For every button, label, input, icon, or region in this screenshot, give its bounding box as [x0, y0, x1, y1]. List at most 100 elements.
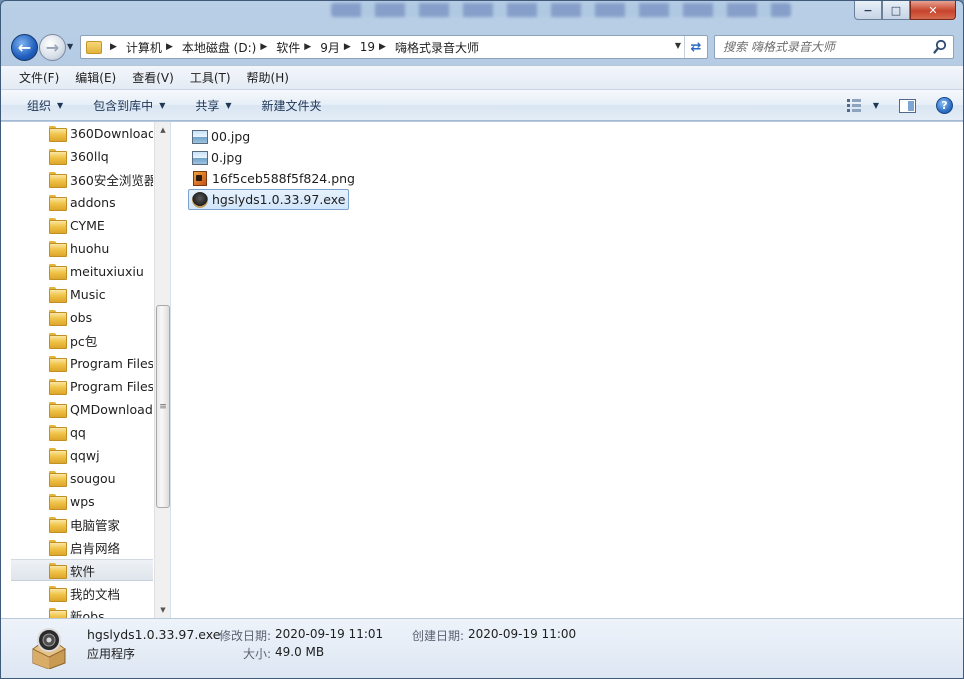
help-icon[interactable]: ?: [936, 97, 953, 114]
breadcrumb-19[interactable]: 19: [360, 40, 375, 54]
breadcrumb-drive-d[interactable]: 本地磁盘 (D:): [182, 39, 256, 56]
tree-item-label: Music: [70, 286, 106, 302]
file-name: 00.jpg: [211, 129, 251, 144]
tree-item-software-selected[interactable]: 软件: [11, 559, 153, 581]
tree-item-360llq[interactable]: 360llq: [11, 145, 153, 167]
tree-item-music[interactable]: Music: [11, 283, 153, 305]
file-item-0-jpg[interactable]: 0.jpg: [188, 147, 246, 168]
file-item-exe-selected[interactable]: hgslyds1.0.33.97.exe: [188, 189, 350, 210]
search-icon[interactable]: [933, 39, 947, 55]
scroll-down-icon[interactable]: ▼: [155, 602, 170, 618]
tree-item-huohu[interactable]: huohu: [11, 237, 153, 259]
menu-edit[interactable]: 编辑(E): [67, 69, 124, 86]
tree-item-program-files-2[interactable]: Program Files: [11, 375, 153, 397]
close-button[interactable]: ✕: [910, 1, 956, 20]
tree-item-label: Program Files: [70, 355, 153, 371]
tree-item-pc-bao[interactable]: pc包: [11, 329, 153, 351]
folder-icon: [49, 126, 67, 142]
tree-item-360downloads[interactable]: 360Downloads: [11, 122, 153, 144]
file-list-pane[interactable]: 00.jpg 0.jpg 16f5ceb588f5f824.png hgslyd…: [172, 122, 963, 618]
command-bar: 组织 ▼ 包含到库中 ▼ 共享 ▼ 新建文件夹 ▼ ?: [1, 89, 963, 121]
chevron-right-icon[interactable]: ▶: [344, 42, 351, 52]
folder-icon: [49, 586, 67, 602]
menu-file[interactable]: 文件(F): [11, 69, 67, 86]
tree-item-new-obs[interactable]: 新obs: [11, 604, 153, 618]
tree-item-label: 软件: [70, 563, 96, 579]
scroll-up-icon[interactable]: ▲: [155, 122, 170, 138]
share-button[interactable]: 共享 ▼: [195, 97, 231, 114]
minimize-button[interactable]: −: [854, 1, 882, 20]
menu-tools[interactable]: 工具(T): [182, 69, 239, 86]
blurred-title-area: [331, 3, 791, 17]
nav-scrollbar[interactable]: ▲ ≡ ▼: [154, 122, 170, 618]
search-box[interactable]: [714, 35, 954, 59]
tree-item-qqwj[interactable]: qqwj: [11, 444, 153, 466]
tree-item-label: 360安全浏览器: [70, 172, 153, 188]
tree-item-qq[interactable]: qq: [11, 421, 153, 443]
scrollbar-thumb[interactable]: ≡: [156, 305, 170, 508]
tree-item-wps[interactable]: wps: [11, 490, 153, 512]
tree-item-label: sougou: [70, 470, 116, 486]
tree-item-sougou[interactable]: sougou: [11, 467, 153, 489]
tree-item-360-browser[interactable]: 360安全浏览器: [11, 168, 153, 190]
forward-button[interactable]: →: [39, 34, 66, 61]
share-label: 共享: [195, 98, 220, 113]
breadcrumb-current-folder[interactable]: 嗨格式录音大师: [395, 39, 479, 56]
tree-item-cyme[interactable]: CYME: [11, 214, 153, 236]
file-name: 16f5ceb588f5f824.png: [212, 171, 355, 186]
file-name: hgslyds1.0.33.97.exe: [212, 192, 346, 207]
jpg-image-icon: [192, 150, 208, 165]
chevron-right-icon[interactable]: ▶: [304, 42, 311, 52]
maximize-button[interactable]: □: [882, 1, 910, 20]
view-options-icon[interactable]: [846, 98, 863, 113]
view-dropdown-icon[interactable]: ▼: [873, 101, 879, 110]
new-folder-button[interactable]: 新建文件夹: [262, 97, 322, 114]
tree-item-meituxiuxiu[interactable]: meituxiuxiu: [11, 260, 153, 282]
back-button[interactable]: ←: [11, 34, 38, 61]
folder-icon: [49, 333, 67, 349]
menu-view[interactable]: 查看(V): [124, 69, 182, 86]
folder-icon: [49, 608, 67, 618]
tree-item-addons[interactable]: addons: [11, 191, 153, 213]
tree-item-label: qq: [70, 424, 86, 440]
chevron-right-icon[interactable]: ▶: [110, 42, 117, 52]
created-date-value: 2020-09-19 11:00: [468, 627, 577, 641]
breadcrumb-computer[interactable]: 计算机: [126, 39, 162, 56]
tree-item-qiken-network[interactable]: 启肯网络: [11, 536, 153, 558]
tree-item-label: addons: [70, 194, 116, 210]
tree-item-pc-manager[interactable]: 电脑管家: [11, 513, 153, 535]
chevron-right-icon[interactable]: ▶: [260, 42, 267, 52]
recent-pages-dropdown[interactable]: ▼: [67, 42, 73, 51]
include-in-library-label: 包含到库中: [93, 98, 154, 113]
modified-date-value: 2020-09-19 11:01: [275, 627, 384, 641]
tree-item-my-documents[interactable]: 我的文档: [11, 582, 153, 604]
refresh-icon[interactable]: ⇄: [684, 36, 707, 58]
folder-icon: [49, 402, 67, 418]
new-folder-label: 新建文件夹: [261, 98, 322, 113]
breadcrumb-september[interactable]: 9月: [320, 39, 340, 56]
folder-icon: [49, 563, 67, 579]
menu-help[interactable]: 帮助(H): [239, 69, 297, 86]
exe-app-icon: [32, 628, 66, 669]
file-item-png[interactable]: 16f5ceb588f5f824.png: [188, 168, 359, 189]
tree-item-label: meituxiuxiu: [70, 263, 144, 279]
chevron-right-icon[interactable]: ▶: [379, 42, 386, 52]
preview-pane-icon[interactable]: [899, 98, 916, 113]
tree-item-label: 360llq: [70, 148, 109, 164]
chevron-right-icon[interactable]: ▶: [166, 42, 173, 52]
address-bar[interactable]: ▶ 计算机 ▶ 本地磁盘 (D:) ▶ 软件 ▶ 9月 ▶ 19 ▶ 嗨格式录音…: [80, 35, 708, 59]
tree-item-program-files[interactable]: Program Files: [11, 352, 153, 374]
folder-icon: [49, 494, 67, 510]
title-bar[interactable]: − □ ✕: [1, 1, 963, 29]
address-history-dropdown[interactable]: ▼: [675, 41, 681, 50]
breadcrumb-software[interactable]: 软件: [276, 39, 300, 56]
file-item-00-jpg[interactable]: 00.jpg: [188, 126, 254, 147]
search-input[interactable]: [715, 36, 925, 58]
folder-icon: [49, 448, 67, 464]
organize-button[interactable]: 组织 ▼: [27, 97, 63, 114]
folder-icon: [49, 310, 67, 326]
include-in-library-button[interactable]: 包含到库中 ▼: [93, 97, 165, 114]
tree-item-obs[interactable]: obs: [11, 306, 153, 328]
window-controls: − □ ✕: [854, 1, 956, 20]
tree-item-qmdownload[interactable]: QMDownload: [11, 398, 153, 420]
